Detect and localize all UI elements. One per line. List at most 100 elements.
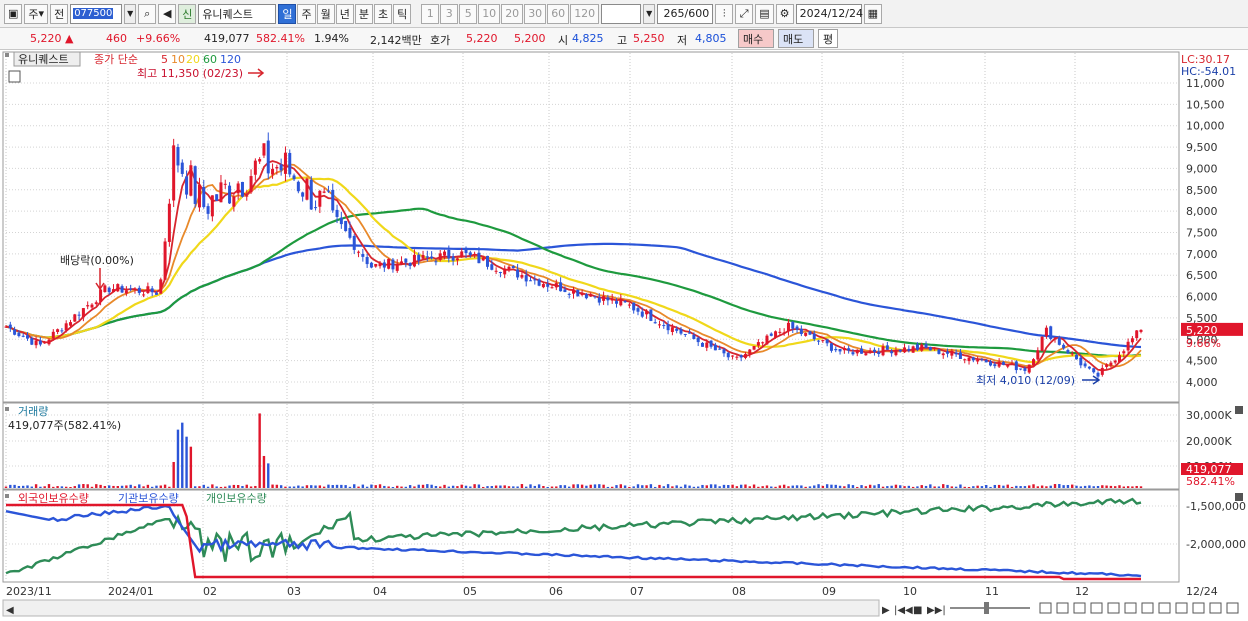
speaker-icon[interactable]: ◀ [158,3,177,24]
copy-icon[interactable] [1056,602,1069,614]
layout-icon[interactable]: ▣ [4,3,23,24]
minus-icon[interactable] [1192,602,1205,614]
period-tab-2[interactable]: 월 [316,3,335,24]
interval-tab-30[interactable]: 30 [524,3,547,24]
volume-bar [447,486,451,488]
candle-body [1040,336,1044,351]
candle-icon[interactable]: ⫶ [715,3,734,24]
volume-bar [39,486,42,488]
interval-tab-20[interactable]: 20 [501,3,524,24]
x-tick-label: 11 [985,585,999,598]
candle-body [494,270,498,272]
volume-bar [254,485,257,488]
volume-bar [696,486,700,488]
volume-bar [400,486,403,488]
window-icon[interactable] [1039,602,1052,614]
holding-close-icon[interactable] [1235,493,1243,501]
candle-body [735,356,739,358]
custom-interval-field[interactable] [601,3,642,24]
period-tab-5[interactable]: 초 [373,3,393,24]
interval-tab-1[interactable]: 1 [421,3,440,24]
volume-bar [610,486,614,488]
settings-icon[interactable] [1158,602,1171,614]
volume-bar [688,485,691,488]
candle-body [632,302,636,311]
date-field[interactable]: 2024/12/24 [795,3,863,24]
price-tick-label: 10,500 [1186,98,1225,111]
volume-bar [232,484,236,488]
interval-dropdown-icon[interactable]: ▼ [643,3,656,24]
sell-button[interactable]: 매도 [778,29,814,48]
current-price: 5,220 ▲ [30,32,74,45]
candle-body [210,195,214,217]
interval-tab-5[interactable]: 5 [459,3,478,24]
market-select[interactable]: 주 ▾ [24,3,49,24]
new-badge[interactable]: 신 [178,3,197,24]
volume-bar [236,485,240,488]
candle-body [666,324,670,331]
stock-code-input[interactable]: 077500 [70,3,123,24]
chart-icon[interactable] [1090,602,1103,614]
candle-body [1075,354,1079,360]
candle-body [142,294,146,296]
stock-chart[interactable]: 2023/11 2024/01 02 03 04 05 06 07 08 09 10 11 12 12/2… [0,50,1248,621]
code-dropdown-icon[interactable]: ▼ [124,3,137,24]
candle-body [86,305,90,307]
search-icon[interactable]: ⌕ [138,3,157,24]
volume-bar [426,484,429,488]
candle-body [903,347,907,353]
period-tab-6[interactable]: 틱 [393,3,412,24]
volume-bar [408,485,412,488]
grid-icon[interactable] [1073,602,1086,614]
period-tab-1[interactable]: 주 [297,3,316,24]
interval-tab-3[interactable]: 3 [440,3,459,24]
legend-individual: 개인보유수량 [206,492,267,505]
scroll-left-icon[interactable]: ◀ [6,605,14,616]
candle-body [408,262,412,266]
horizontal-scrollbar[interactable] [2,599,880,617]
grid-toggle-icon[interactable] [8,70,21,83]
interval-tab-60[interactable]: 60 [547,3,570,24]
volume-bar [976,485,979,488]
line-icon[interactable] [1124,602,1137,614]
candle-body [1118,355,1122,362]
zoom-slider-thumb[interactable] [984,602,989,614]
last-icon[interactable]: ▶▶| [927,605,946,616]
volume-bar [86,484,89,488]
volume-bar [344,485,347,488]
candle-body [1057,337,1061,345]
period-tab-3[interactable]: 년 [335,3,354,24]
period-tab-4[interactable]: 분 [354,3,373,24]
buy-button[interactable]: 매수 [738,29,774,48]
gear-icon[interactable]: ⚙ [775,3,794,24]
period-tab-0[interactable]: 일 [278,3,297,24]
plus-icon[interactable] [1209,602,1222,614]
font-icon[interactable] [1226,602,1239,614]
candle-body [868,350,872,352]
candle-body [1014,361,1018,371]
save-icon[interactable]: ▤ [755,3,774,24]
volume-bar [1062,485,1065,488]
count-field[interactable]: 265/600 [657,3,714,24]
stock-name-field[interactable]: 유니퀘스트 [198,3,277,24]
volume-bar [116,486,119,488]
cross-icon[interactable]: ⤢ [735,3,754,24]
volume-close-icon[interactable] [1235,406,1243,414]
interval-tab-120[interactable]: 120 [570,3,600,24]
tool-icon[interactable] [1141,602,1154,614]
stop-icon[interactable]: ■ [913,605,922,616]
candle-body [129,288,133,290]
flat-button[interactable]: 평 [818,29,838,48]
volume-bar [353,484,356,488]
volume-bar [193,486,197,488]
calendar-icon[interactable]: ▦ [863,3,882,24]
volume-bar [77,484,81,488]
first-icon[interactable]: |◀◀ [894,605,913,616]
candle-body [722,349,726,354]
scroll-right-icon[interactable]: ▶ [882,605,890,616]
zoom-icon[interactable] [1175,602,1188,614]
interval-tab-10[interactable]: 10 [478,3,501,24]
candle-body [928,347,932,351]
prev-button[interactable]: 전 [50,3,69,24]
draw-icon[interactable] [1107,602,1120,614]
